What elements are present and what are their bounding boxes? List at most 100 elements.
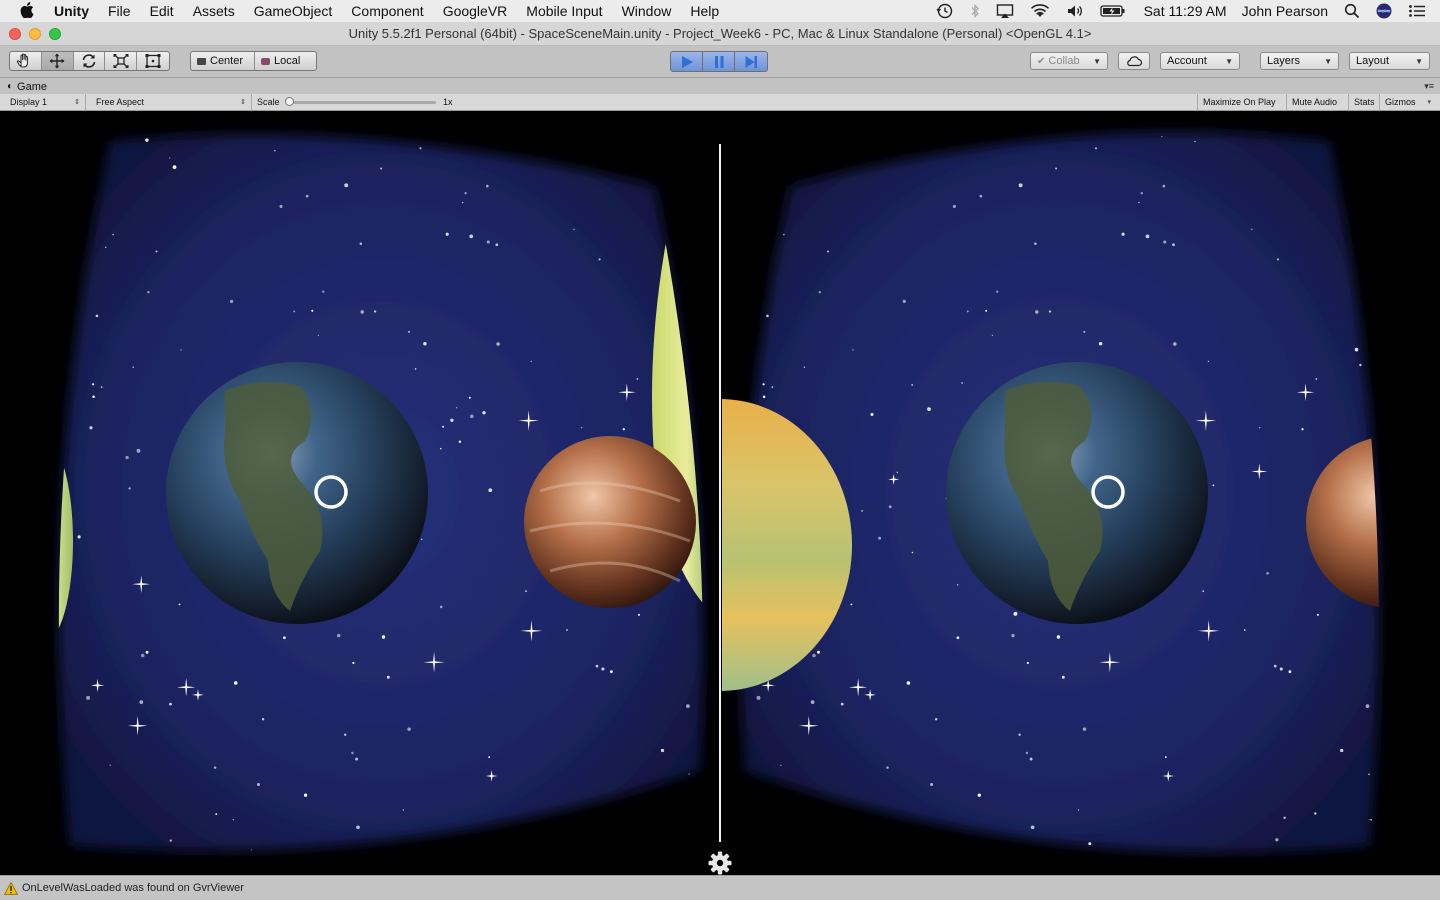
chevron-down-icon: ▾	[1427, 99, 1431, 106]
transform-tools	[9, 51, 170, 71]
tab-game-label: Game	[17, 80, 48, 93]
game-viewport[interactable]	[0, 111, 1440, 875]
siri-icon[interactable]	[1376, 3, 1392, 19]
scale-value: 1x	[443, 97, 453, 107]
pivot-center-button[interactable]: Center	[191, 52, 255, 70]
collab-label: Collab	[1048, 55, 1080, 67]
pivot-toggles: Center Local	[190, 51, 317, 71]
layers-dropdown[interactable]: Layers ▼	[1260, 52, 1339, 70]
rotate-icon	[82, 54, 96, 68]
mute-audio-label: Mute Audio	[1292, 97, 1338, 107]
play-button[interactable]	[671, 52, 703, 71]
play-icon	[681, 55, 693, 68]
scale-icon	[113, 54, 129, 68]
layout-label: Layout	[1356, 55, 1390, 67]
rect-tool-button[interactable]	[137, 52, 169, 70]
tab-game[interactable]: ◖ Game	[6, 79, 47, 94]
warning-icon	[4, 881, 18, 895]
menu-help[interactable]: Help	[690, 3, 719, 19]
collab-dropdown[interactable]: ✔ Collab ▼	[1030, 52, 1108, 70]
cloud-services-button[interactable]	[1118, 52, 1150, 70]
hand-icon	[17, 53, 29, 68]
hand-tool-button[interactable]	[10, 52, 42, 70]
menu-component[interactable]: Component	[351, 3, 423, 19]
status-message: OnLevelWasLoaded was found on GvrViewer	[22, 882, 244, 894]
chevron-down-icon: ▼	[1225, 56, 1233, 66]
mute-audio-toggle[interactable]: Mute Audio	[1287, 94, 1349, 110]
pivot-local-label: Local	[273, 55, 301, 67]
menu-gameobject[interactable]: GameObject	[254, 3, 333, 19]
window-title: Unity 5.5.2f1 Personal (64bit) - SpaceSc…	[348, 26, 1092, 41]
stats-label: Stats	[1354, 97, 1375, 107]
pause-icon	[714, 55, 723, 68]
wifi-icon[interactable]	[1030, 3, 1050, 19]
aspect-label: Free Aspect	[96, 97, 145, 107]
menu-assets[interactable]: Assets	[193, 3, 235, 19]
unity-toolbar: Center Local ✔ Collab ▼ Account ▼ Layers…	[0, 46, 1440, 78]
menubar-user-name[interactable]: John Pearson	[1242, 3, 1328, 19]
menu-file[interactable]: File	[108, 3, 131, 19]
menubar-status-area: Sat 11:29 AM John Pearson	[920, 3, 1426, 19]
notification-center-icon[interactable]	[1408, 3, 1426, 19]
gizmos-label: Gizmos	[1385, 97, 1416, 107]
panel-menu-icon[interactable]: ▾≡	[1424, 81, 1434, 92]
step-button[interactable]	[735, 52, 767, 71]
account-label: Account	[1167, 55, 1207, 67]
layers-label: Layers	[1267, 55, 1301, 67]
chevron-down-icon: ▼	[1324, 56, 1332, 66]
menu-window[interactable]: Window	[622, 3, 672, 19]
console-status-bar[interactable]: OnLevelWasLoaded was found on GvrViewer	[0, 875, 1440, 900]
chevron-updown-icon: ⇕	[240, 99, 246, 106]
apple-icon[interactable]	[20, 1, 36, 21]
local-space-icon	[260, 57, 270, 65]
stats-toggle[interactable]: Stats	[1349, 94, 1380, 110]
game-controller-icon: ◖	[6, 81, 13, 92]
time-machine-icon[interactable]	[936, 3, 954, 19]
vr-eye-divider	[719, 144, 721, 842]
maximize-on-play-label: Maximize On Play	[1203, 97, 1276, 107]
menu-app-unity[interactable]: Unity	[54, 3, 89, 19]
playback-controls	[670, 51, 768, 72]
display-dropdown[interactable]: Display 1 ⇕	[5, 94, 86, 110]
macos-menu-bar: Unity File Edit Assets GameObject Compon…	[0, 0, 1440, 22]
game-view-controls: Display 1 ⇕ Free Aspect ⇕ Scale 1x Maxim…	[0, 94, 1440, 111]
volume-icon[interactable]	[1066, 3, 1084, 19]
airplay-icon[interactable]	[996, 3, 1014, 19]
window-title-bar: Unity 5.5.2f1 Personal (64bit) - SpaceSc…	[0, 22, 1440, 46]
maximize-on-play-toggle[interactable]: Maximize On Play	[1197, 94, 1287, 110]
game-tab-bar: ◖ Game ▾≡	[0, 78, 1440, 94]
pivot-local-button[interactable]: Local	[255, 52, 316, 70]
gizmos-dropdown[interactable]: Gizmos ▾	[1380, 94, 1436, 110]
layout-dropdown[interactable]: Layout ▼	[1349, 52, 1430, 70]
pause-button[interactable]	[703, 52, 735, 71]
check-icon: ✔	[1037, 55, 1046, 67]
vr-settings-gear-icon[interactable]	[708, 851, 732, 875]
spotlight-search-icon[interactable]	[1344, 3, 1360, 19]
menu-mobile-input[interactable]: Mobile Input	[526, 3, 602, 19]
menubar-clock[interactable]: Sat 11:29 AM	[1144, 3, 1227, 19]
menu-edit[interactable]: Edit	[150, 3, 174, 19]
display-label: Display 1	[10, 97, 48, 107]
left-eye-view	[58, 134, 703, 852]
rect-transform-icon	[145, 54, 161, 68]
rotate-tool-button[interactable]	[74, 52, 106, 70]
move-icon	[49, 53, 65, 69]
account-dropdown[interactable]: Account ▼	[1160, 52, 1240, 70]
pivot-center-icon	[197, 57, 206, 65]
cloud-icon	[1127, 56, 1143, 67]
scale-label: Scale	[257, 97, 280, 107]
scale-slider-thumb[interactable]	[285, 97, 294, 106]
chevron-down-icon: ▼	[1093, 56, 1101, 66]
battery-icon[interactable]	[1099, 3, 1126, 19]
step-icon	[745, 55, 757, 68]
menu-googlevr[interactable]: GoogleVR	[443, 3, 508, 19]
chevron-down-icon: ▼	[1415, 56, 1423, 66]
vr-stereo-render	[0, 111, 1440, 875]
pivot-center-label: Center	[210, 55, 244, 67]
aspect-dropdown[interactable]: Free Aspect ⇕	[91, 94, 252, 110]
scale-slider-track[interactable]	[290, 101, 436, 104]
bluetooth-icon[interactable]	[970, 3, 980, 19]
scale-tool-button[interactable]	[105, 52, 138, 70]
chevron-updown-icon: ⇕	[74, 99, 80, 106]
move-tool-button[interactable]	[41, 52, 74, 70]
